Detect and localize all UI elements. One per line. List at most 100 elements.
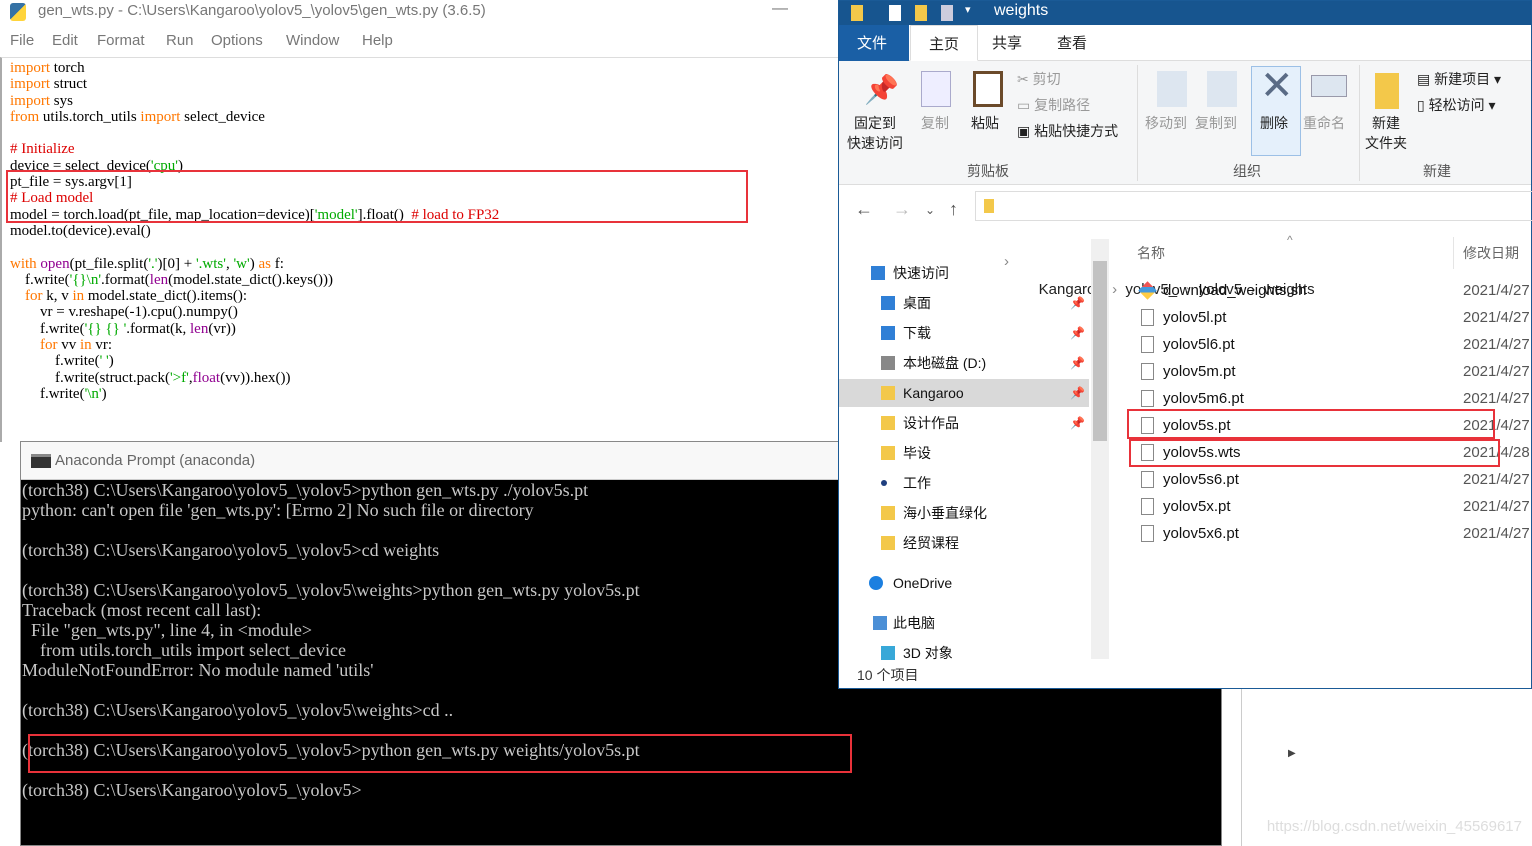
nav-item[interactable]: Kangaroo 📌 xyxy=(839,379,1089,407)
back-icon[interactable]: ← xyxy=(855,199,873,220)
delete-x-icon: ✕ xyxy=(1260,64,1294,108)
code-line: with open(pt_file.split('.')[0] + '.wts'… xyxy=(10,256,838,272)
menu-file[interactable]: File xyxy=(10,32,34,49)
nav-item[interactable]: 设计作品 📌 xyxy=(839,409,1089,437)
code-token: '.' xyxy=(148,255,158,272)
menu-format[interactable]: Format xyxy=(97,32,145,49)
file-row[interactable]: yolov5s6.pt 2021/4/27 xyxy=(1137,466,1532,493)
copy-to-icon xyxy=(1207,71,1237,107)
file-row[interactable]: yolov5x6.pt 2021/4/27 xyxy=(1137,520,1532,547)
copy-to-button[interactable]: 复制到 xyxy=(1195,113,1237,133)
code-token: model.to(device).eval() xyxy=(10,222,151,239)
file-date: 2021/4/27 xyxy=(1463,336,1530,353)
code-editor[interactable]: import torch import struct import sys from … xyxy=(0,57,838,442)
pin-icon[interactable]: 📌 xyxy=(1070,349,1085,377)
forward-icon[interactable]: → xyxy=(893,199,911,220)
code-token: utils.torch_utils xyxy=(39,108,141,125)
paste-shortcut-button[interactable]: ▣ 粘贴快捷方式 xyxy=(1017,121,1118,141)
rename-button[interactable]: 重命名 xyxy=(1303,113,1345,133)
terminal-line: (torch38) C:\Users\Kangaroo\yolov5_\yolo… xyxy=(22,780,362,800)
nav-item[interactable]: 经贸课程 xyxy=(839,529,1089,557)
code-line: f.write(' ') xyxy=(10,353,838,369)
menu-edit[interactable]: Edit xyxy=(52,32,78,49)
nav-item-label: 工作 xyxy=(903,475,931,491)
file-row[interactable]: yolov5l6.pt 2021/4/27 xyxy=(1137,331,1532,358)
up-icon[interactable]: ↑ xyxy=(949,199,958,220)
breadcrumb[interactable]: › Kangaroo › yolov5_ › yolov5 › weights xyxy=(975,191,1532,298)
column-header-name[interactable]: 名称 xyxy=(1137,243,1165,263)
new-item-button[interactable]: ▤ 新建项目 ▾ xyxy=(1417,69,1501,89)
paste-shortcut-label: 粘贴快捷方式 xyxy=(1034,123,1119,139)
ribbon-tabs: 文件 主页 共享 查看 xyxy=(839,25,1531,61)
file-row[interactable]: download_weights.sh 2021/4/27 xyxy=(1137,277,1532,304)
tab-file[interactable]: 文件 xyxy=(839,25,909,61)
file-icon xyxy=(1141,525,1154,542)
cut-button[interactable]: ✂ 剪切 xyxy=(1017,69,1061,89)
scroll-right-icon[interactable]: ▶ xyxy=(1288,748,1296,759)
file-date: 2021/4/27 xyxy=(1463,525,1530,542)
menu-run[interactable]: Run xyxy=(166,32,194,49)
new-folder-icon[interactable] xyxy=(915,5,927,21)
pin-quick-access-button[interactable]: 固定到 快速访问 xyxy=(847,113,903,153)
menu-window[interactable]: Window xyxy=(286,32,339,49)
code-token: float xyxy=(192,369,221,386)
file-row[interactable]: yolov5l.pt 2021/4/27 xyxy=(1137,304,1532,331)
tab-home[interactable]: 主页 xyxy=(910,25,979,61)
path-icon: ▭ xyxy=(1017,97,1035,113)
nav-item-label: 快速访问 xyxy=(893,265,949,281)
code-token: open xyxy=(40,255,70,272)
nav-item[interactable]: 海小垂直绿化 xyxy=(839,499,1089,527)
easy-access-button[interactable]: ▯ 轻松访问 ▾ xyxy=(1417,95,1496,115)
code-token: f.write( xyxy=(10,385,85,402)
nav-item[interactable]: 工作 xyxy=(839,469,1089,497)
column-header-modified[interactable]: 修改日期 xyxy=(1463,243,1519,263)
code-token: # Initialize xyxy=(10,141,75,158)
nav-item[interactable]: 3D 对象 xyxy=(839,639,1089,667)
copy-button[interactable]: 复制 xyxy=(921,113,949,133)
code-token: vr = v.reshape(-1).cpu().numpy() xyxy=(10,304,238,321)
recent-chevron-icon[interactable]: ⌄ xyxy=(925,203,935,217)
file-date: 2021/4/27 xyxy=(1463,471,1530,488)
file-icon xyxy=(1141,498,1154,515)
column-divider xyxy=(1453,237,1454,269)
nav-item[interactable]: 此电脑 xyxy=(839,609,1089,637)
pin-icon[interactable]: 📌 xyxy=(1070,319,1085,347)
delete-button[interactable]: ✕ 删除 xyxy=(1251,64,1301,156)
pin-icon[interactable]: 📌 xyxy=(1070,409,1085,437)
folder-icon xyxy=(881,536,895,550)
tab-view[interactable]: 查看 xyxy=(1039,25,1105,61)
recycle-icon[interactable] xyxy=(941,5,953,21)
code-line: model.to(device).eval() xyxy=(10,223,838,239)
nav-item[interactable]: 桌面 📌 xyxy=(839,289,1089,317)
paste-button[interactable]: 粘贴 xyxy=(971,113,999,133)
download-icon xyxy=(881,326,895,340)
tab-share[interactable]: 共享 xyxy=(974,25,1040,61)
properties-icon[interactable] xyxy=(889,5,901,21)
move-to-button[interactable]: 移动到 xyxy=(1145,113,1187,133)
nav-item[interactable]: 下载 📌 xyxy=(839,319,1089,347)
file-name: yolov5m6.pt xyxy=(1163,390,1244,407)
chevron-down-icon[interactable]: ▾ xyxy=(965,3,977,19)
file-name: yolov5m.pt xyxy=(1163,363,1236,380)
code-token: (model.state_dict().keys())) xyxy=(168,271,334,288)
new-folder-button[interactable]: 新建 文件夹 xyxy=(1365,113,1407,153)
menu-options[interactable]: Options xyxy=(211,32,263,49)
scrollbar-thumb[interactable] xyxy=(1093,261,1107,441)
file-date: 2021/4/27 xyxy=(1463,282,1530,299)
nav-item[interactable]: 快速访问 xyxy=(839,259,1089,287)
nav-item[interactable]: OneDrive xyxy=(839,569,1089,597)
move-to-icon xyxy=(1157,71,1187,107)
file-row[interactable]: yolov5x.pt 2021/4/27 xyxy=(1137,493,1532,520)
copy-path-button[interactable]: ▭ 复制路径 xyxy=(1017,95,1090,115)
file-date: 2021/4/27 xyxy=(1463,363,1530,380)
file-row[interactable]: yolov5m.pt 2021/4/27 xyxy=(1137,358,1532,385)
menu-help[interactable]: Help xyxy=(362,32,393,49)
file-icon xyxy=(1141,471,1154,488)
pin-icon[interactable]: 📌 xyxy=(1070,379,1085,407)
pin-icon[interactable]: 📌 xyxy=(1070,289,1085,317)
nav-scrollbar[interactable] xyxy=(1091,239,1109,659)
nav-item[interactable]: 毕设 xyxy=(839,439,1089,467)
minimize-button[interactable]: — xyxy=(772,0,788,18)
file-row[interactable]: yolov5m6.pt 2021/4/27 xyxy=(1137,385,1532,412)
nav-item[interactable]: 本地磁盘 (D:) 📌 xyxy=(839,349,1089,377)
